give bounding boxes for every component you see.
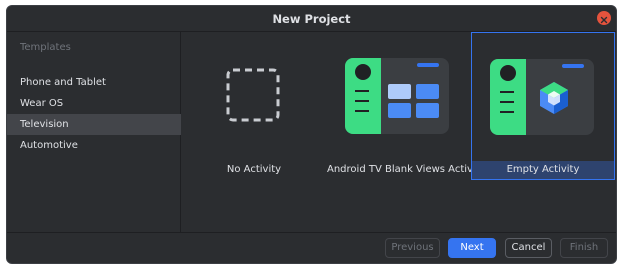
cancel-button-label: Cancel [511,242,546,253]
sidebar-item-wear-os[interactable]: Wear OS [7,93,181,114]
template-gallery: No Activity Android TV Blank Views Activ… [182,32,616,232]
sidebar-header: Templates [20,42,71,53]
sidebar-item-label: Automotive [20,140,78,151]
template-category-list: Phone and Tablet Wear OS Television Auto… [7,72,181,156]
sidebar-item-television[interactable]: Television [7,114,181,135]
cancel-button[interactable]: Cancel [505,238,552,258]
template-tile-android-tv-blank-views-activity[interactable]: Android TV Blank Views Activity [327,32,486,180]
sidebar-item-automotive[interactable]: Automotive [7,135,181,156]
previous-button-label: Previous [391,242,434,253]
sidebar-item-label: Wear OS [20,98,64,109]
template-tile-no-activity[interactable]: No Activity [182,32,326,180]
template-label: Empty Activity [472,161,614,179]
templates-sidebar: Templates Phone and Tablet Wear OS Telev… [7,32,181,232]
dialog-footer: Previous Next Cancel Finish [7,232,616,263]
template-label: No Activity [226,164,282,175]
close-icon [600,9,608,28]
close-button[interactable] [597,11,611,25]
sidebar-item-label: Television [20,119,69,130]
previous-button[interactable]: Previous [385,238,440,258]
next-button-label: Next [460,242,484,253]
finish-button-label: Finish [569,242,599,253]
template-tile-empty-activity[interactable]: Empty Activity [471,32,615,180]
next-button[interactable]: Next [448,238,496,258]
template-label: Android TV Blank Views Activity [327,164,486,175]
sidebar-item-label: Phone and Tablet [20,77,106,88]
dashed-square-icon [198,57,306,135]
new-project-dialog: New Project Templates Phone and Tablet W… [6,5,617,264]
dialog-title: New Project [272,11,351,26]
title-bar: New Project [7,6,616,32]
sidebar-item-phone-and-tablet[interactable]: Phone and Tablet [7,72,181,93]
empty-activity-icon [488,58,596,136]
finish-button[interactable]: Finish [560,238,608,258]
tv-blank-views-icon [343,57,451,135]
